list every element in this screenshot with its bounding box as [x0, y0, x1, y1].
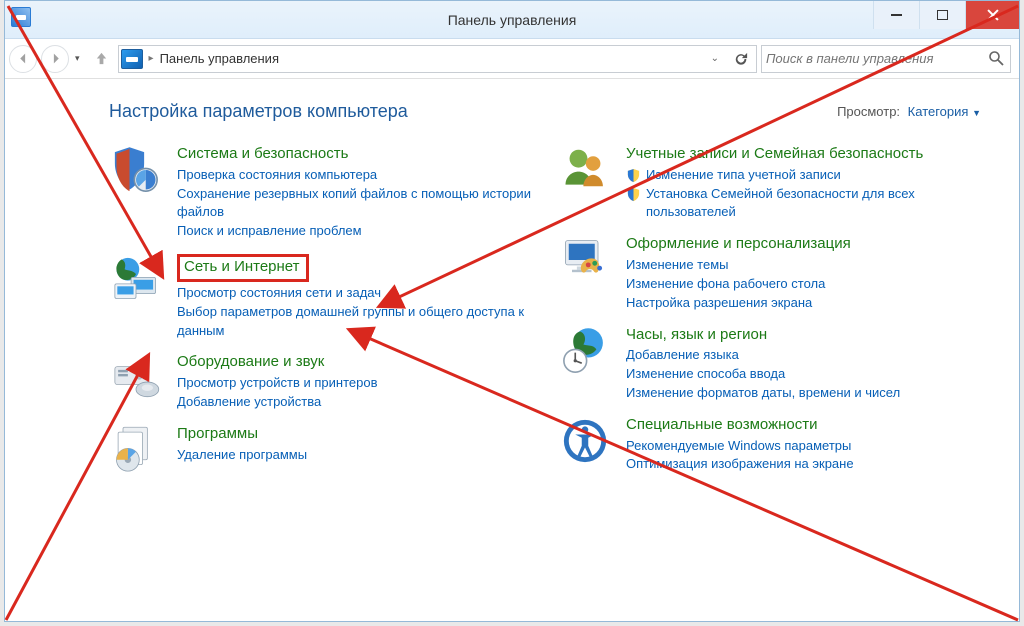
- page-heading: Настройка параметров компьютера: [109, 101, 408, 122]
- maximize-button[interactable]: [919, 1, 965, 29]
- content-area: Настройка параметров компьютера Просмотр…: [5, 79, 1019, 621]
- view-by-label: Просмотр:: [837, 104, 900, 119]
- address-history-dropdown[interactable]: ⌄: [707, 53, 723, 64]
- link-file-history[interactable]: Сохранение резервных копий файлов с помо…: [177, 185, 532, 223]
- address-bar[interactable]: ▸ Панель управления ⌄: [118, 45, 757, 73]
- refresh-button[interactable]: [729, 47, 753, 71]
- link-family-safety[interactable]: Установка Семейной безопасности для всех…: [626, 185, 981, 223]
- link-homegroup[interactable]: Выбор параметров домашней группы и общег…: [177, 303, 532, 341]
- link-change-background[interactable]: Изменение фона рабочего стола: [626, 275, 851, 294]
- back-button[interactable]: [9, 45, 37, 73]
- appearance-icon: [558, 234, 612, 288]
- link-network-internet[interactable]: Сеть и Интернет: [177, 254, 309, 282]
- link-change-theme[interactable]: Изменение темы: [626, 256, 851, 275]
- control-panel-icon: [121, 49, 143, 69]
- close-button[interactable]: [965, 1, 1019, 29]
- search-icon[interactable]: [988, 50, 1006, 68]
- link-network-status[interactable]: Просмотр состояния сети и задач: [177, 284, 532, 303]
- link-ease-of-access[interactable]: Специальные возможности: [626, 416, 854, 435]
- minimize-button[interactable]: [873, 1, 919, 29]
- up-button[interactable]: [90, 45, 114, 73]
- link-system-security[interactable]: Система и безопасность: [177, 145, 532, 164]
- link-screen-resolution[interactable]: Настройка разрешения экрана: [626, 294, 851, 313]
- search-box[interactable]: [761, 45, 1011, 73]
- category-clock-language: Часы, язык и регион Добавление языка Изм…: [558, 325, 981, 403]
- link-date-time-formats[interactable]: Изменение форматов даты, времени и чисел: [626, 384, 900, 403]
- uac-shield-icon: [626, 168, 641, 183]
- category-ease-of-access: Специальные возможности Рекомендуемые Wi…: [558, 415, 981, 474]
- link-user-accounts[interactable]: Учетные записи и Семейная безопасность: [626, 145, 981, 164]
- link-recommended-settings[interactable]: Рекомендуемые Windows параметры: [626, 437, 854, 456]
- window-title: Панель управления: [448, 12, 577, 28]
- link-troubleshoot[interactable]: Поиск и исправление проблем: [177, 222, 532, 241]
- category-user-accounts: Учетные записи и Семейная безопасность И…: [558, 144, 981, 222]
- link-programs[interactable]: Программы: [177, 425, 307, 444]
- uac-shield-icon: [626, 187, 641, 202]
- navigation-bar: ▾ ▸ Панель управления ⌄: [5, 39, 1019, 79]
- category-programs: Программы Удаление программы: [109, 424, 532, 478]
- cp-icon: [11, 7, 31, 27]
- breadcrumb-separator: ▸: [149, 53, 154, 64]
- breadcrumb-root[interactable]: Панель управления: [160, 51, 279, 66]
- link-hardware-sound[interactable]: Оборудование и звук: [177, 353, 377, 372]
- category-network-internet: Сеть и Интернет Просмотр состояния сети …: [109, 253, 532, 340]
- link-optimize-display[interactable]: Оптимизация изображения на экране: [626, 455, 854, 474]
- link-clock-language[interactable]: Часы, язык и регион: [626, 326, 900, 345]
- window-frame: Панель управления ▾ ▸ Панель управле: [4, 0, 1020, 622]
- link-change-account-type[interactable]: Изменение типа учетной записи: [626, 166, 981, 185]
- category-hardware-sound: Оборудование и звук Просмотр устройств и…: [109, 352, 532, 411]
- network-internet-icon: [109, 253, 163, 307]
- category-appearance: Оформление и персонализация Изменение те…: [558, 234, 981, 312]
- category-system-security: Система и безопасность Проверка состояни…: [109, 144, 532, 241]
- hardware-sound-icon: [109, 352, 163, 406]
- forward-button[interactable]: [41, 45, 69, 73]
- link-uninstall[interactable]: Удаление программы: [177, 446, 307, 465]
- view-by-value: Категория: [908, 104, 969, 119]
- user-accounts-icon: [558, 144, 612, 198]
- link-input-method[interactable]: Изменение способа ввода: [626, 365, 900, 384]
- recent-locations-dropdown[interactable]: ▾: [75, 53, 80, 64]
- ease-of-access-icon: [558, 415, 612, 469]
- link-add-device[interactable]: Добавление устройства: [177, 393, 377, 412]
- titlebar[interactable]: Панель управления: [5, 1, 1019, 39]
- view-by-control[interactable]: Просмотр: Категория ▼: [837, 104, 981, 119]
- system-security-icon: [109, 144, 163, 198]
- link-check-state[interactable]: Проверка состояния компьютера: [177, 166, 532, 185]
- link-add-language[interactable]: Добавление языка: [626, 346, 900, 365]
- clock-language-icon: [558, 325, 612, 379]
- search-input[interactable]: [766, 51, 988, 66]
- link-appearance[interactable]: Оформление и персонализация: [626, 235, 851, 254]
- link-devices-printers[interactable]: Просмотр устройств и принтеров: [177, 374, 377, 393]
- programs-icon: [109, 424, 163, 478]
- chevron-down-icon: ▼: [972, 108, 981, 118]
